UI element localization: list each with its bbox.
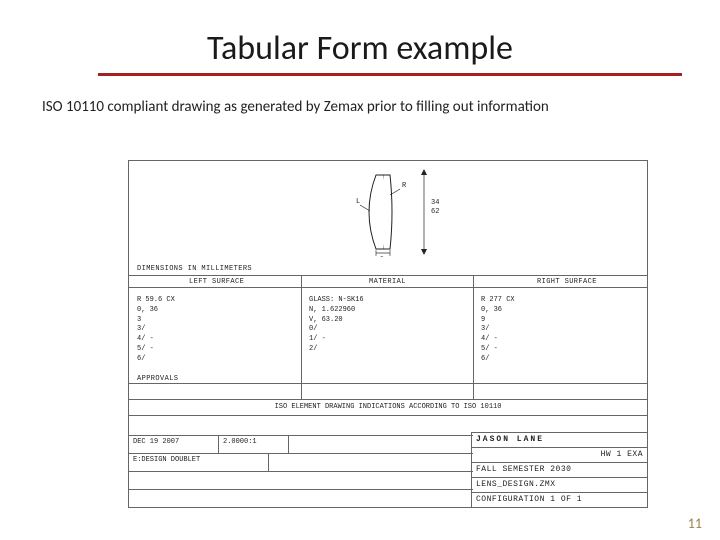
iso-caption: ISO ELEMENT DRAWING INDICATIONS ACCORDIN… (129, 403, 647, 412)
material-column: GLASS: N-SK16 N, 1.622960 V, 63.20 0/ 1/… (309, 296, 474, 355)
right-surface-column: R 277 CX 0, 36 9 3/ 4/ - 5/ - 6/ (481, 296, 646, 364)
scale-cell: 2.0000:1 (219, 436, 289, 453)
title-underline (98, 73, 682, 76)
r-right: R 277 CX (481, 296, 646, 305)
svg-text:L: L (356, 198, 360, 206)
date-cell: DEC 19 2007 (129, 436, 219, 453)
svg-text:5: 5 (380, 256, 384, 257)
left-surface-header: LEFT SURFACE (189, 278, 244, 287)
glass-type: GLASS: N-SK16 (309, 296, 474, 305)
slide-subtitle: ISO 10110 compliant drawing as generated… (42, 98, 720, 116)
dimensions-note: DIMENSIONS IN MILLIMETERS (137, 265, 252, 274)
iso-drawing-sheet: L R 5 34 62 DIMENSIONS IN MILLIMETERS LE… (128, 160, 648, 508)
left-surface-column: R 59.6 CX 0, 36 3 3/ 4/ - 5/ - 6/ (137, 296, 302, 364)
r-left: R 59.6 CX (137, 296, 302, 305)
configuration: CONFIGURATION 1 OF 1 (472, 492, 647, 507)
file-name: LENS_DESIGN.ZMX (472, 477, 647, 492)
page-number: 11 (688, 515, 702, 532)
slide-title: Tabular Form example (0, 0, 720, 73)
design-cell: E:DESIGN DOUBLET (129, 454, 269, 471)
svg-text:R: R (402, 182, 407, 190)
author-name: JASON LANE (472, 432, 647, 447)
titleblock: JASON LANE HW 1 EXA FALL SEMESTER 2030 L… (471, 432, 647, 507)
right-surface-header: RIGHT SURFACE (537, 278, 597, 287)
material-header: MATERIAL (369, 278, 406, 287)
diameter-value: 34 62 (431, 199, 439, 217)
